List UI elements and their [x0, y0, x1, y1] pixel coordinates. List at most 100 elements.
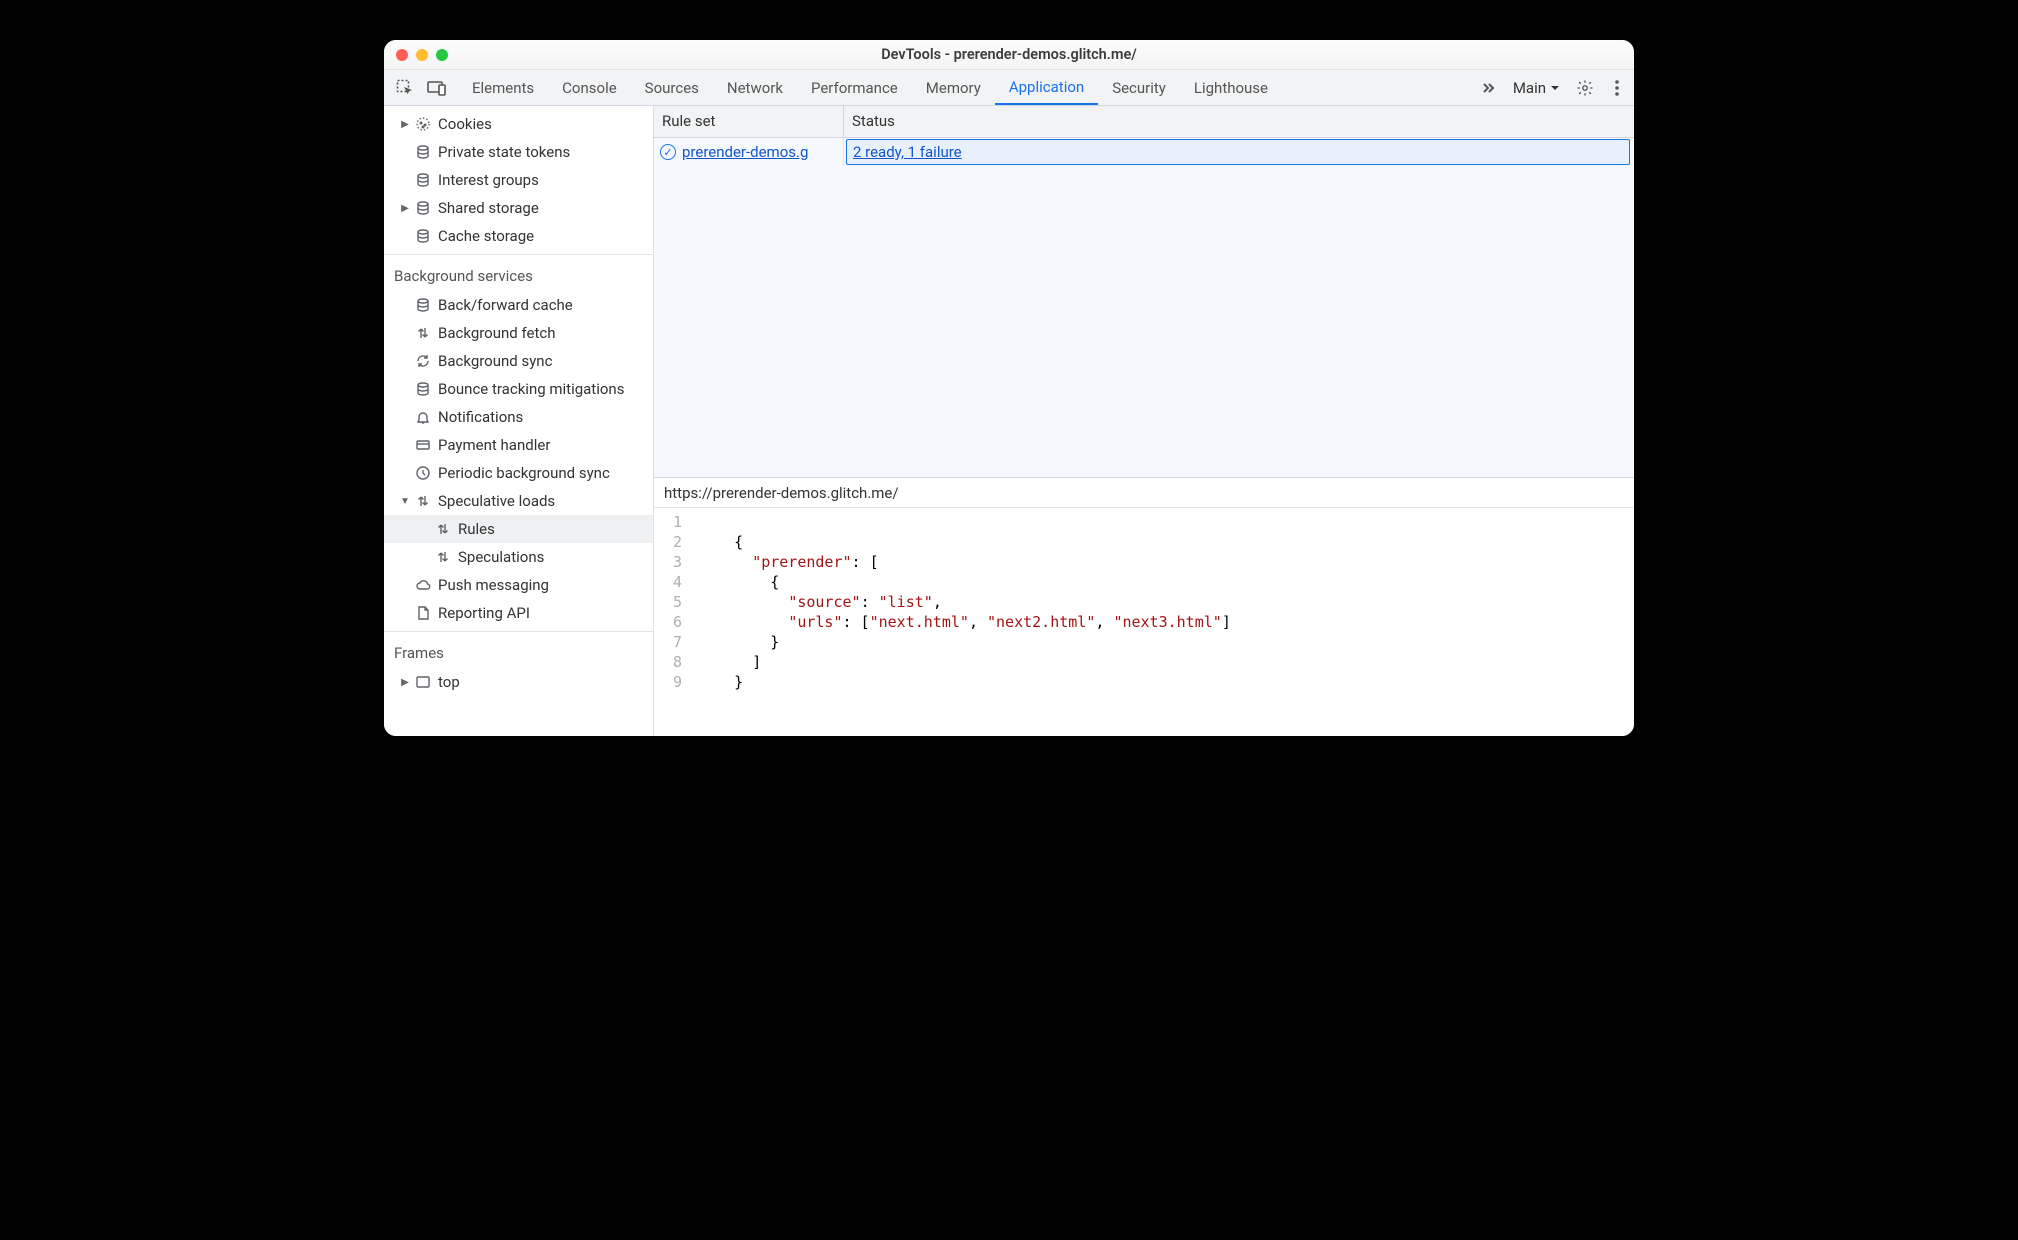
cookie-icon — [414, 115, 432, 133]
sidebar-item-label: Speculations — [458, 548, 544, 566]
target-selector[interactable]: Main — [1509, 79, 1564, 97]
titlebar: DevTools - prerender-demos.glitch.me/ — [384, 40, 1634, 70]
inspect-element-icon[interactable] — [394, 77, 416, 99]
sidebar-scroll[interactable]: ▶Cookies▶Private state tokens▶Interest g… — [384, 106, 653, 736]
minimize-window-button[interactable] — [416, 49, 428, 61]
sidebar-item-label: Push messaging — [438, 576, 549, 594]
line-number: 2 — [654, 532, 698, 552]
tab-performance[interactable]: Performance — [797, 70, 912, 105]
content-pane: Rule set Status ✓ prerender-demos.g 2 rea… — [654, 106, 1634, 736]
sidebar-item-label: Background fetch — [438, 324, 555, 342]
code-line: 2 { — [654, 532, 1634, 552]
tab-memory[interactable]: Memory — [912, 70, 995, 105]
bell-icon — [414, 408, 432, 426]
sidebar-item-rules[interactable]: ▶Rules — [384, 515, 653, 543]
devtools-window: DevTools - prerender-demos.glitch.me/ El… — [384, 40, 1634, 736]
updown-icon — [414, 492, 432, 510]
sidebar-item-label: Bounce tracking mitigations — [438, 380, 624, 398]
sidebar-item-label: Private state tokens — [438, 143, 570, 161]
code-content: ] — [698, 652, 761, 672]
cell-status[interactable]: 2 ready, 1 failure — [846, 139, 1630, 165]
sidebar-item-label: Interest groups — [438, 171, 539, 189]
sidebar-item-payment-handler[interactable]: ▶Payment handler — [384, 431, 653, 459]
sidebar-item-notifications[interactable]: ▶Notifications — [384, 403, 653, 431]
sidebar-item-background-fetch[interactable]: ▶Background fetch — [384, 319, 653, 347]
code-line: 8 ] — [654, 652, 1634, 672]
sidebar-item-cookies[interactable]: ▶ Cookies — [384, 110, 653, 138]
sidebar-item-label: Periodic background sync — [438, 464, 610, 482]
line-number: 4 — [654, 572, 698, 592]
tab-sources[interactable]: Sources — [631, 70, 713, 105]
sidebar-item-speculative-loads[interactable]: ▼Speculative loads — [384, 487, 653, 515]
cell-ruleset[interactable]: ✓ prerender-demos.g — [654, 138, 844, 166]
panel-tabs: ElementsConsoleSourcesNetworkPerformance… — [458, 70, 1467, 105]
ruleset-table: Rule set Status ✓ prerender-demos.g 2 rea… — [654, 106, 1634, 478]
code-content: "prerender": [ — [698, 552, 879, 572]
sidebar-item-shared-storage[interactable]: ▶ Shared storage — [384, 194, 653, 222]
code-viewer[interactable]: 12 {3 "prerender": [4 {5 "source": "list… — [654, 508, 1634, 736]
sidebar-item-interest-groups[interactable]: ▶Interest groups — [384, 166, 653, 194]
sidebar-item-back-forward-cache[interactable]: ▶Back/forward cache — [384, 291, 653, 319]
settings-icon[interactable] — [1574, 77, 1596, 99]
chevron-right-icon: ▶ — [398, 203, 412, 214]
sidebar-item-label: Cookies — [438, 115, 492, 133]
sidebar-item-top[interactable]: ▶top — [384, 668, 653, 696]
sidebar-item-private-state-tokens[interactable]: ▶Private state tokens — [384, 138, 653, 166]
ruleset-link[interactable]: prerender-demos.g — [682, 143, 808, 161]
line-number: 1 — [654, 512, 698, 532]
col-header-status: Status — [844, 106, 1634, 137]
cloud-icon — [414, 576, 432, 594]
window-controls — [396, 49, 448, 61]
sidebar-item-label: Shared storage — [438, 199, 539, 217]
code-content: } — [698, 632, 779, 652]
db-icon — [414, 296, 432, 314]
zoom-window-button[interactable] — [436, 49, 448, 61]
toolbar: ElementsConsoleSourcesNetworkPerformance… — [384, 70, 1634, 106]
tab-elements[interactable]: Elements — [458, 70, 548, 105]
db-icon — [414, 380, 432, 398]
code-line: 4 { — [654, 572, 1634, 592]
chevron-right-icon: ▶ — [398, 119, 412, 130]
col-header-ruleset: Rule set — [654, 106, 844, 137]
sidebar-item-speculations[interactable]: ▶Speculations — [384, 543, 653, 571]
table-body: ✓ prerender-demos.g 2 ready, 1 failure — [654, 138, 1634, 477]
sidebar-section-header: Background services — [384, 255, 653, 291]
line-number: 7 — [654, 632, 698, 652]
sidebar-item-label: Speculative loads — [438, 492, 555, 510]
sidebar-item-label: Background sync — [438, 352, 552, 370]
code-content: { — [698, 532, 743, 552]
status-ok-icon: ✓ — [660, 144, 676, 160]
sidebar-item-label: Rules — [458, 520, 495, 538]
sidebar-item-periodic-background-sync[interactable]: ▶Periodic background sync — [384, 459, 653, 487]
close-window-button[interactable] — [396, 49, 408, 61]
tab-console[interactable]: Console — [548, 70, 631, 105]
target-label: Main — [1513, 79, 1546, 97]
sidebar-item-label: Cache storage — [438, 227, 534, 245]
chevron-right-icon: ▶ — [398, 677, 412, 688]
tab-application[interactable]: Application — [995, 70, 1098, 105]
db-icon — [414, 171, 432, 189]
frame-icon — [414, 673, 432, 691]
sync-icon — [414, 352, 432, 370]
code-line: 1 — [654, 512, 1634, 532]
detail-url: https://prerender-demos.glitch.me/ — [654, 478, 1634, 508]
sidebar-section-header: Frames — [384, 632, 653, 668]
code-line: 5 "source": "list", — [654, 592, 1634, 612]
tab-security[interactable]: Security — [1098, 70, 1180, 105]
sidebar-item-bounce-tracking-mitigations[interactable]: ▶Bounce tracking mitigations — [384, 375, 653, 403]
line-number: 3 — [654, 552, 698, 572]
status-link[interactable]: 2 ready, 1 failure — [853, 143, 962, 161]
code-content: } — [698, 672, 743, 692]
tab-lighthouse[interactable]: Lighthouse — [1180, 70, 1282, 105]
table-row[interactable]: ✓ prerender-demos.g 2 ready, 1 failure — [654, 138, 1634, 166]
device-toolbar-icon[interactable] — [426, 77, 448, 99]
sidebar-item-push-messaging[interactable]: ▶Push messaging — [384, 571, 653, 599]
tab-network[interactable]: Network — [713, 70, 797, 105]
kebab-menu-icon[interactable] — [1606, 77, 1628, 99]
sidebar-item-background-sync[interactable]: ▶Background sync — [384, 347, 653, 375]
updown-icon — [414, 324, 432, 342]
more-tabs-icon[interactable] — [1477, 77, 1499, 99]
window-title: DevTools - prerender-demos.glitch.me/ — [396, 46, 1622, 63]
sidebar-item-reporting-api[interactable]: ▶Reporting API — [384, 599, 653, 627]
sidebar-item-cache-storage[interactable]: ▶Cache storage — [384, 222, 653, 250]
